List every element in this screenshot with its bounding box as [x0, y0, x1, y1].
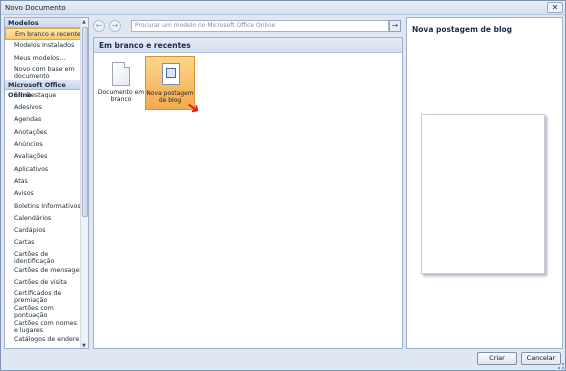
search-go-icon[interactable]: → [389, 20, 401, 32]
sidebar-item[interactable]: Atas [5, 176, 82, 188]
sidebar-item[interactable]: Avisos [5, 188, 82, 200]
sidebar-section-header: Modelos [5, 18, 82, 28]
template-new-blog-post[interactable]: Nova postagem de blog [145, 56, 195, 110]
sidebar-item[interactable]: Em branco e recentes [5, 28, 82, 41]
blank-document-icon [112, 62, 130, 86]
template-gallery: Em branco e recentes Documento em branco… [93, 37, 403, 349]
sidebar-item[interactable]: Novo com base em documento existente... [5, 65, 82, 80]
scroll-down-icon[interactable]: ▼ [82, 343, 86, 348]
preview-title: Nova postagem de blog [412, 25, 513, 34]
sidebar-item[interactable]: Cartões de visita [5, 277, 82, 289]
sidebar-item[interactable]: Anúncios [5, 139, 82, 151]
sidebar-item[interactable]: Em Destaque [5, 90, 82, 102]
sidebar-item[interactable]: Cartões com pontuação [5, 304, 82, 319]
sidebar-item[interactable]: Avaliações [5, 151, 82, 163]
sidebar-item[interactable]: Modelos Instalados [5, 40, 82, 52]
template-search-input[interactable]: Procurar um modelo no Microsoft Office O… [131, 20, 389, 32]
sidebar-item[interactable]: Certificados de premiação [5, 289, 82, 304]
preview-thumbnail [421, 114, 545, 274]
sidebar-item[interactable]: Meus modelos... [5, 53, 82, 65]
sidebar-item[interactable]: Cartões de mensagem [5, 265, 82, 277]
sidebar-item[interactable]: Anotações [5, 127, 82, 139]
sidebar-item[interactable]: Catálogos de endere... [5, 334, 82, 346]
close-icon[interactable]: ✕ [547, 2, 563, 13]
new-document-dialog: Novo Documento ✕ Modelos Em branco e rece… [0, 0, 566, 371]
sidebar-item[interactable]: Cartas [5, 237, 82, 249]
sidebar-item[interactable]: Boletins Informativos [5, 201, 82, 213]
sidebar-item[interactable]: Cardápios [5, 225, 82, 237]
category-list: Modelos Em branco e recentes Modelos Insta… [5, 18, 82, 347]
template-blank-document[interactable]: Documento em branco [96, 56, 146, 110]
scrollbar-thumb[interactable] [82, 27, 88, 217]
template-label: Documento em branco [97, 89, 145, 103]
search-toolbar: ← → Procurar um modelo no Microsoft Offi… [93, 19, 401, 35]
template-label: Nova postagem de blog [146, 90, 194, 104]
forward-icon[interactable]: → [109, 20, 121, 32]
cancel-button[interactable]: Cancelar [521, 352, 561, 365]
sidebar-item[interactable]: Agendas [5, 114, 82, 126]
resize-grip-icon[interactable] [558, 363, 564, 369]
sidebar-scrollbar[interactable]: ▲ ▼ [80, 18, 88, 348]
sidebar-item[interactable]: Adesivos [5, 102, 82, 114]
scroll-up-icon[interactable]: ▲ [82, 19, 86, 25]
sidebar-item[interactable]: Calendários [5, 213, 82, 225]
sidebar-section-header: Microsoft Office Online [5, 79, 82, 99]
sidebar-item[interactable]: Cartões com nomes e lugares [5, 319, 82, 334]
template-preview-pane: Nova postagem de blog [406, 17, 563, 349]
create-button[interactable]: Criar [477, 352, 517, 365]
back-icon[interactable]: ← [93, 20, 105, 32]
template-category-sidebar: Modelos Em branco e recentes Modelos Insta… [4, 17, 89, 349]
gallery-heading: Em branco e recentes [94, 38, 402, 53]
title-bar[interactable]: Novo Documento ✕ [1, 1, 565, 15]
dialog-title: Novo Documento [5, 4, 66, 12]
sidebar-item[interactable]: Aplicativos [5, 164, 82, 176]
sidebar-item[interactable]: Cartões de identificação [5, 250, 82, 265]
blog-post-icon [162, 63, 180, 85]
